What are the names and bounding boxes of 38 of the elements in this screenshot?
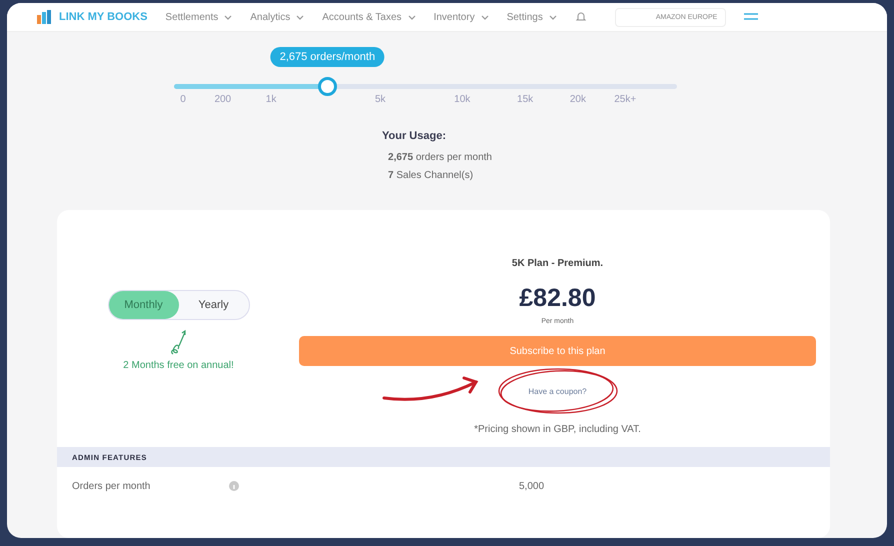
billing-option[interactable]: Monthly <box>108 291 178 319</box>
brand-name[interactable]: LINK MY BOOKS <box>59 11 148 23</box>
tick-label: 25k+ <box>614 94 636 105</box>
chevron-down-icon[interactable] <box>408 14 416 20</box>
tick-label: 20k <box>570 94 586 105</box>
menu-icon[interactable] <box>744 12 758 22</box>
tick-label: 10k <box>454 94 470 105</box>
tick-label: 1k <box>266 94 276 105</box>
chevron-down-icon[interactable] <box>548 14 557 20</box>
tick-label: 0 <box>180 94 186 105</box>
value-bubble: 2,675 orders/month <box>270 47 384 67</box>
pricing-note: *Pricing shown in GBP, including VAT. <box>474 424 641 435</box>
tick-label: 200 <box>214 94 232 105</box>
coupon-link[interactable]: Have a coupon? <box>528 386 587 396</box>
squiggle-arrow-icon <box>168 328 188 356</box>
feature-label: Orders per month <box>72 480 152 492</box>
nav-menu-item[interactable]: Inventory <box>434 12 475 22</box>
nav-menu-item[interactable]: Accounts & Taxes <box>322 12 402 22</box>
usage-line: 2,675 orders per month <box>388 152 492 163</box>
bell-icon[interactable] <box>574 11 587 23</box>
promo-text: 2 Months free on annual! <box>123 360 234 371</box>
info-icon[interactable] <box>229 481 239 491</box>
tick-label: 15k <box>517 94 534 105</box>
tick-label: 5k <box>374 94 386 105</box>
plan-price: £82.80 <box>519 284 596 313</box>
billing-option[interactable]: Yearly <box>178 291 248 319</box>
plan-name: 5K Plan - Premium. <box>512 258 604 269</box>
nav-menu-item[interactable]: Settlements <box>165 12 218 22</box>
chevron-down-icon[interactable] <box>480 14 489 20</box>
usage-line: 7 Sales Channel(s) <box>388 170 474 181</box>
chevron-down-icon[interactable] <box>296 14 304 20</box>
subscribe-button[interactable]: Subscribe to this plan <box>299 336 816 366</box>
feature-value: 5,000 <box>519 480 544 492</box>
slider-thumb[interactable] <box>318 77 338 96</box>
chevron-down-icon[interactable] <box>224 14 232 20</box>
nav-menu-item[interactable]: Analytics <box>250 12 290 22</box>
usage-heading: Your Usage: <box>382 130 447 142</box>
nav-menu-item[interactable]: Settings <box>506 12 543 22</box>
